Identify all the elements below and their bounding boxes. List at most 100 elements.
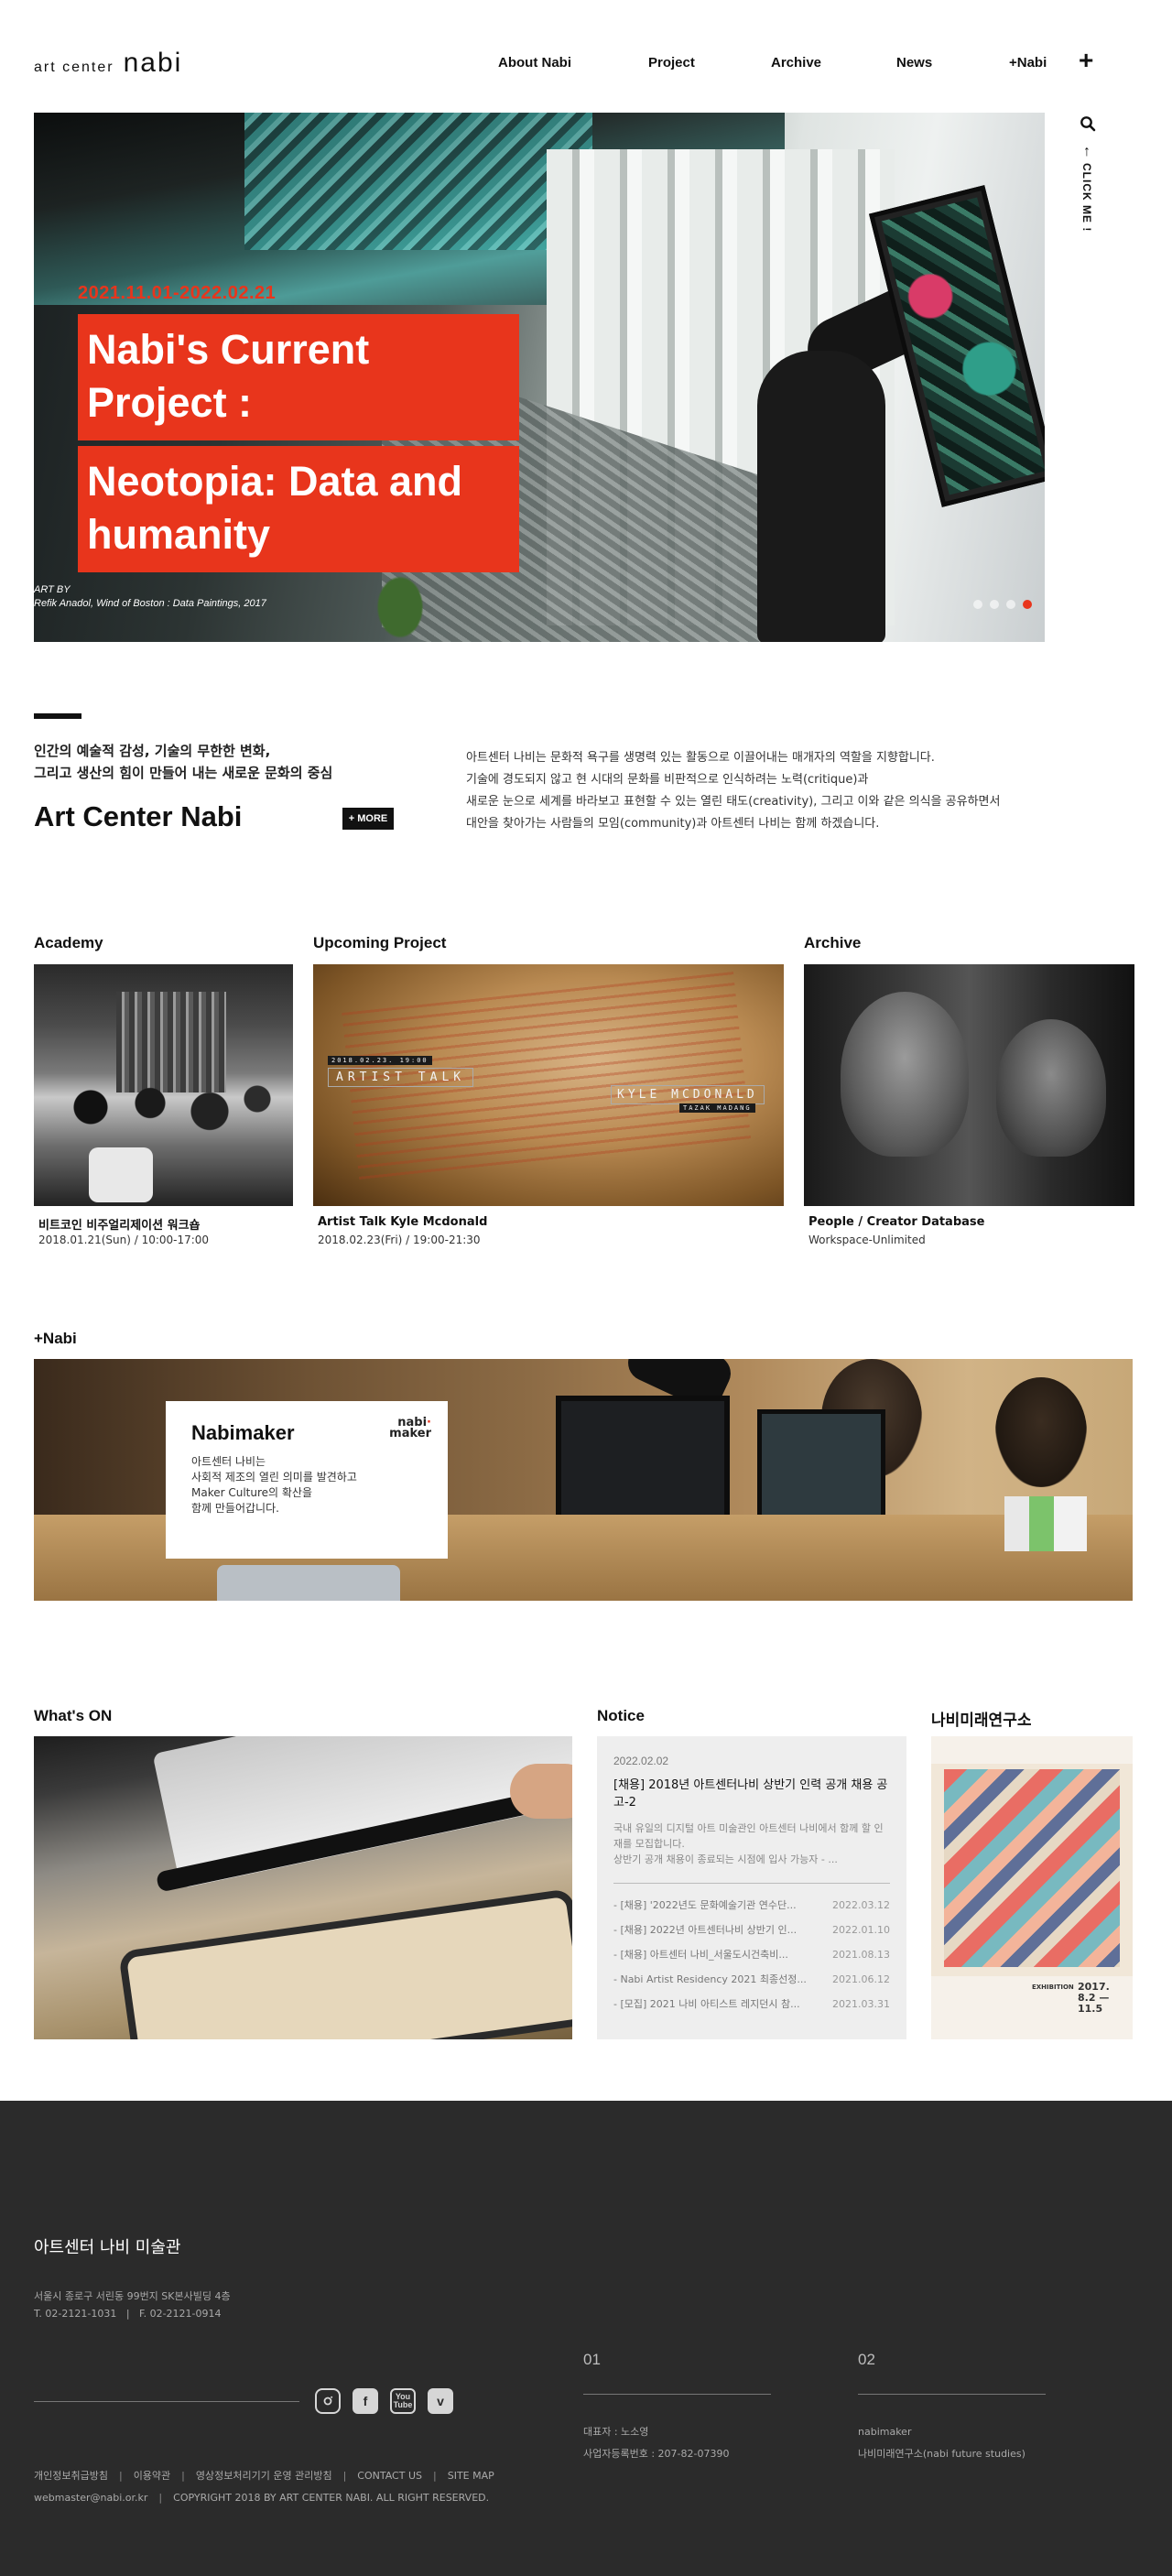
nav-news[interactable]: News [896,55,932,71]
academy-title[interactable]: 비트코인 비주얼리제이션 워크숍 [38,1215,201,1233]
upcoming-heading: Upcoming Project [313,934,447,951]
hero-credit-label: ART BY [34,584,71,595]
instagram-icon[interactable] [315,2388,341,2414]
notice-divider [613,1883,890,1884]
footer-link-cctv[interactable]: 영상정보처리기기 운영 관리방침 [196,2465,332,2487]
intro-title: Art Center Nabi [34,800,243,832]
footer-social: f You Tube v [315,2388,453,2414]
upcoming-img-date: 2018.02.23. 19:00 [328,1056,432,1065]
future-lab-heading: 나비미래연구소 [931,1712,1032,1729]
intro-description: 아트센터 나비는 문화적 욕구를 생명력 있는 활동으로 이끌어내는 매개자의 … [466,751,1001,831]
logo-big-text: nabi [123,48,183,78]
hero-dot-3[interactable] [1006,600,1015,609]
archive-heading: Archive [804,934,862,951]
search-icon[interactable] [1080,115,1096,132]
nabimaker-card[interactable]: nabi· maker Nabimaker 아트센터 나비는 사회적 제조의 열… [166,1401,448,1559]
notice-item-title: - [채용] 2022년 아트센터나비 상반기 인... [613,1924,798,1936]
upcoming-img-sub: TAZAK MADANG [679,1103,755,1113]
notice-heading: Notice [597,1707,645,1724]
hero-teal-art [244,113,592,250]
click-me-label: CLICK ME ! [1080,163,1093,233]
hero-dot-2[interactable] [990,600,999,609]
notice-list-item[interactable]: - [채용] 2022년 아트센터나비 상반기 인... 2022.01.10 [613,1918,890,1942]
footer-col1-ceo: 대표자 : 노소영 [583,2426,649,2438]
logo-small-text: art center [34,60,114,75]
footer-address: 서울시 종로구 서린동 99번지 SK본사빌딩 4층 [34,2290,231,2302]
upcoming-image[interactable]: 2018.02.23. 19:00 ARTIST TALK KYLE MCDON… [313,964,784,1206]
notice-item-title: - [채용] '2022년도 문화예술기관 연수단... [613,1899,797,1911]
notice-list-item[interactable]: - Nabi Artist Residency 2021 최종선정... 202… [613,1967,890,1992]
footer-copyright: COPYRIGHT 2018 BY ART CENTER NABI. ALL R… [173,2492,490,2504]
notice-item-date: 2021.03.31 [832,1998,890,2010]
footer-col1-bizno: 사업자등록번호 : 207-82-07390 [583,2448,730,2460]
future-lab-poster[interactable]: EXHIBITION 2017. 8.2 — 11.5 [931,1736,1133,2039]
notice-box: 2022.02.02 [채용] 2018년 아트센터나비 상반기 인력 공개 채… [597,1736,906,2039]
nabimaker-logo-line2: maker [389,1427,431,1440]
nav-plus-nabi[interactable]: +Nabi [1009,55,1047,71]
footer-link-terms[interactable]: 이용약관 [134,2465,170,2487]
site-logo[interactable]: art center nabi [34,48,182,79]
notice-list-item[interactable]: - [채용] 아트센터 나비_서울도시건축비... 2021.08.13 [613,1942,890,1967]
notice-item-date: 2022.03.12 [832,1899,890,1911]
notice-item-date: 2022.01.10 [832,1924,890,1936]
notice-list-item[interactable]: - [채용] '2022년도 문화예술기관 연수단... 2022.03.12 [613,1893,890,1918]
intro-more-button[interactable]: + MORE [342,808,394,830]
footer-link-privacy[interactable]: 개인정보취급방침 [34,2465,108,2487]
nabimaker-logo: nabi· maker [389,1416,431,1440]
youtube-icon[interactable]: You Tube [390,2388,416,2414]
vimeo-icon[interactable]: v [428,2388,453,2414]
notice-list-item[interactable]: - [모집] 2021 나비 아티스트 레지던시 참... 2021.03.31 [613,1992,890,2016]
intro-tagline: 인간의 예술적 감성, 기술의 무한한 변화, 그리고 생산의 힘이 만들어 내… [34,743,333,781]
poster-exhibition-label: EXHIBITION [1032,1984,1074,1991]
hero-robot-base [757,351,885,642]
whats-on-image[interactable] [34,1736,572,2039]
footer-link-contact[interactable]: CONTACT US [357,2465,422,2487]
footer-col2-nabimaker[interactable]: nabimaker [858,2421,911,2443]
archive-subtitle: Workspace-Unlimited [808,1234,926,1246]
nabimaker-text: 아트센터 나비는 사회적 제조의 열린 의미를 발견하고 Maker Cultu… [191,1455,357,1515]
hero-credit-text: Refik Anadol, Wind of Boston : Data Pain… [34,598,266,609]
intro-divider [34,713,81,719]
notice-featured-title[interactable]: [채용] 2018년 아트센터나비 상반기 인력 공개 채용 공고-2 [613,1777,890,1811]
menu-plus-button[interactable]: + [1079,48,1093,73]
click-me-button[interactable]: ↑ CLICK ME ! [1078,145,1096,233]
poster-dates: 2017. 8.2 — 11.5 [1078,1981,1110,2015]
hero-slider[interactable]: 2021.11.01-2022.02.21 Nabi's Current Pro… [34,113,1045,642]
footer-phone: T. 02-2121-1031 | F. 02-2121-0914 [34,2308,222,2320]
upcoming-img-talk: ARTIST TALK [328,1068,474,1087]
footer-links: 개인정보취급방침 | 이용약관 | 영상정보처리기기 운영 관리방침 | CONTAC… [34,2465,494,2487]
footer-col1-number: 01 [583,2351,601,2368]
notice-featured-body: 국내 유일의 디지털 아트 미술관인 아트센터 나비에서 함께 할 인재를 모집… [613,1822,884,1865]
footer-name: 아트센터 나비 미술관 [34,2238,181,2257]
nabimaker-title: Nabimaker [191,1421,295,1444]
nav-archive[interactable]: Archive [771,55,821,71]
hero-title-line1[interactable]: Nabi's Current Project : [78,314,519,440]
footer-email[interactable]: webmaster@nabi.or.kr [34,2492,147,2504]
academy-date: 2018.01.21(Sun) / 10:00-17:00 [38,1234,210,1246]
site-footer: 아트센터 나비 미술관 서울시 종로구 서린동 99번지 SK본사빌딩 4층 T… [0,2101,1172,2576]
whats-on-heading: What's ON [34,1707,113,1724]
plus-nabi-heading: +Nabi [34,1330,77,1347]
notice-item-title: - [채용] 아트센터 나비_서울도시건축비... [613,1949,788,1961]
nabimaker-banner[interactable]: nabi· maker Nabimaker 아트센터 나비는 사회적 제조의 열… [34,1359,1133,1601]
footer-col2-future[interactable]: 나비미래연구소(nabi future studies) [858,2443,1026,2465]
footer-link-sitemap[interactable]: SITE MAP [448,2465,494,2487]
footer-divider [34,2401,299,2402]
notice-item-title: - Nabi Artist Residency 2021 최종선정... [613,1973,807,1985]
archive-title[interactable]: People / Creator Database [808,1215,984,1229]
academy-image[interactable] [34,964,293,1206]
hero-dot-1[interactable] [973,600,982,609]
facebook-icon[interactable]: f [353,2388,378,2414]
hero-dot-4[interactable] [1023,600,1032,609]
nav-about-nabi[interactable]: About Nabi [498,55,571,71]
footer-copyright-row: webmaster@nabi.or.kr | COPYRIGHT 2018 BY A… [34,2492,490,2504]
footer-col2-number: 02 [858,2351,875,2368]
notice-item-title: - [모집] 2021 나비 아티스트 레지던시 참... [613,1998,800,2010]
hero-date: 2021.11.01-2022.02.21 [78,283,277,303]
nav-project[interactable]: Project [648,55,695,71]
hero-pagination [973,600,1032,609]
upcoming-title[interactable]: Artist Talk Kyle Mcdonald [318,1215,487,1229]
hero-title-line2[interactable]: Neotopia: Data and humanity [78,446,519,572]
archive-image[interactable] [804,964,1134,1206]
hero-plant [373,571,428,642]
